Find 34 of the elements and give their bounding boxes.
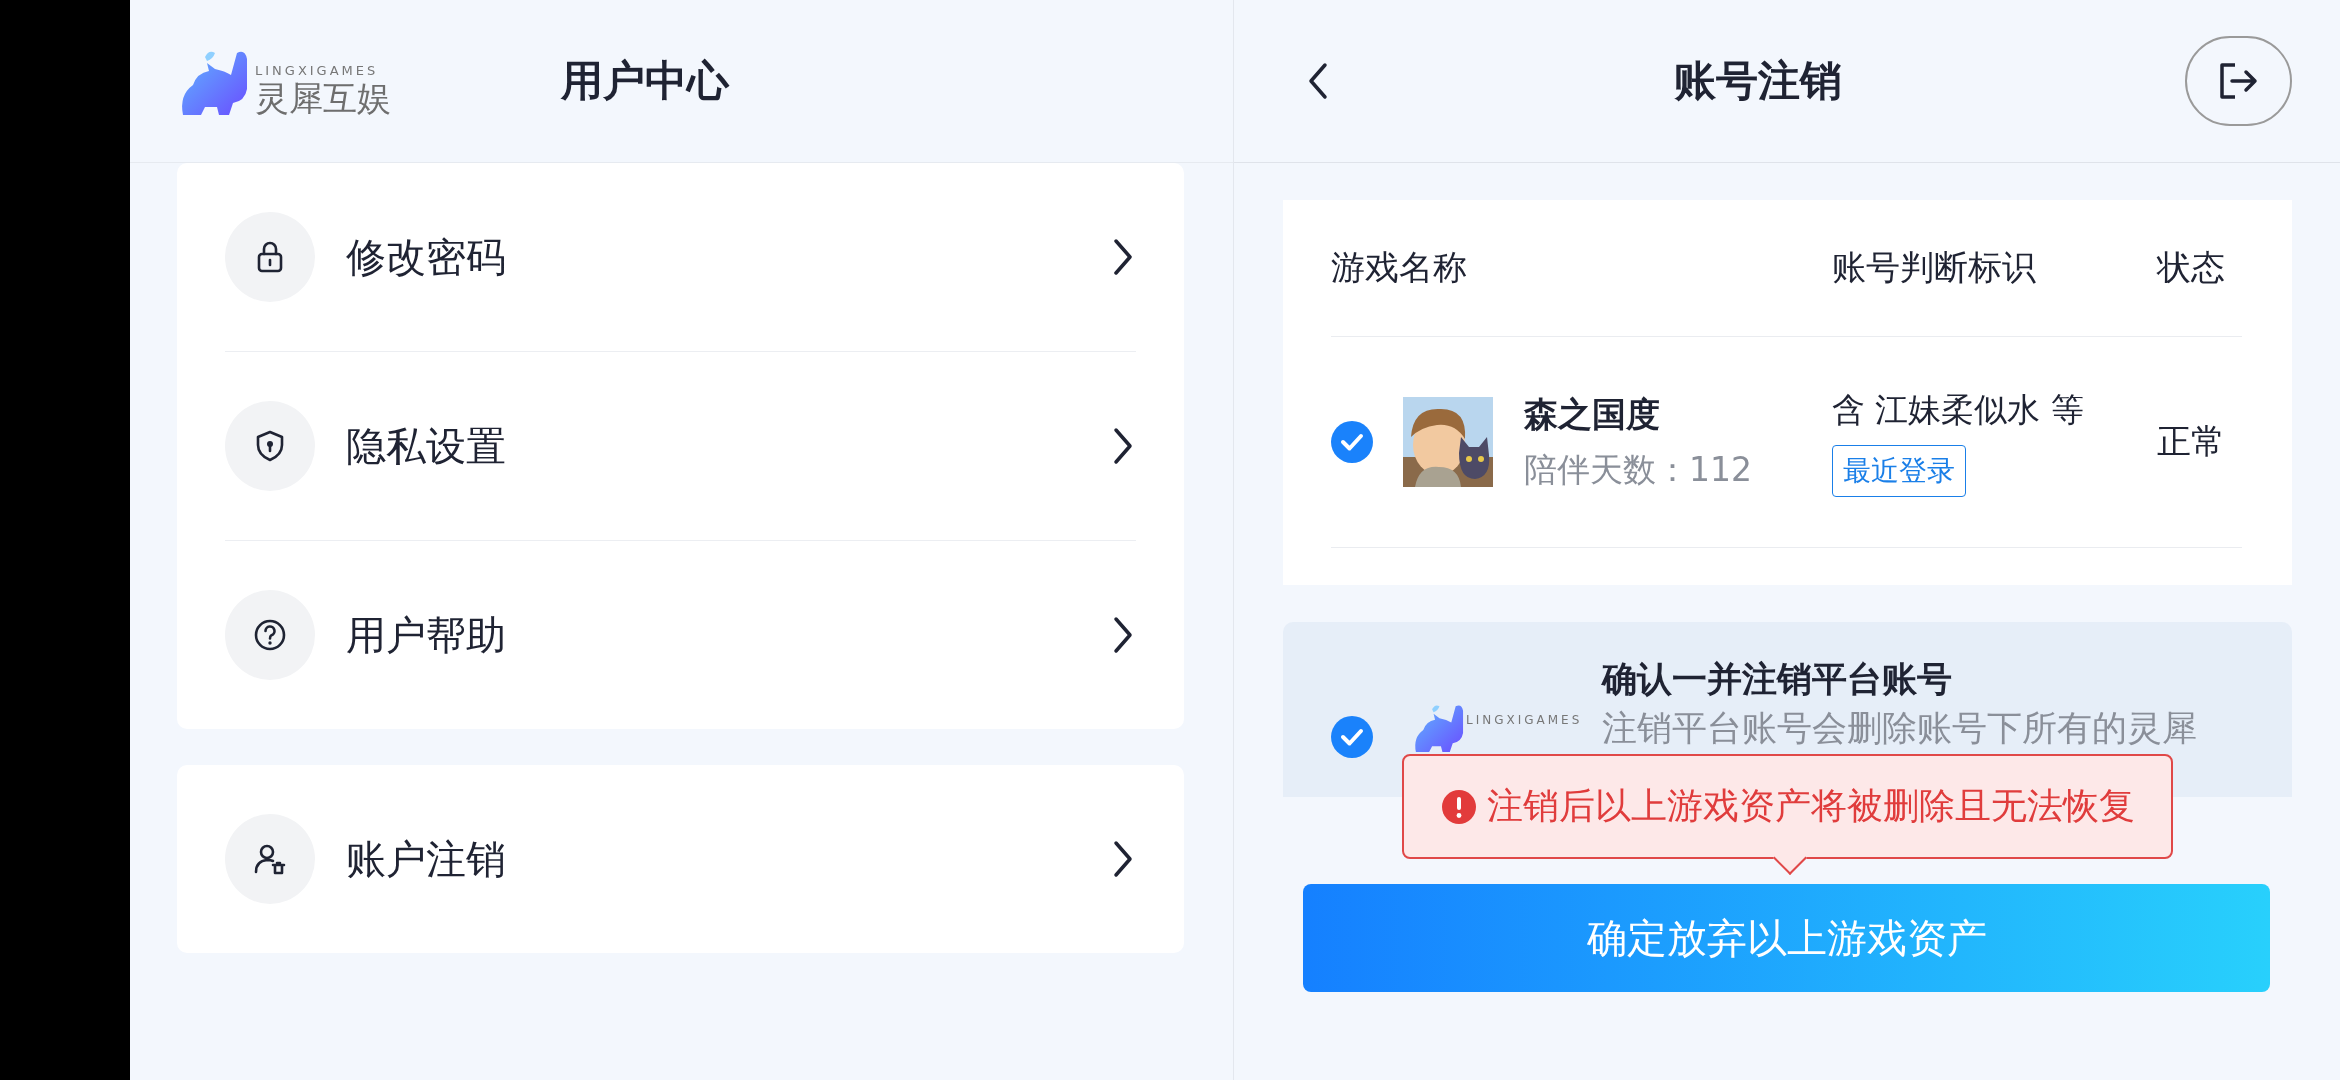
game-name: 森之国度 bbox=[1524, 392, 1661, 436]
platform-description: 注销平台账号会删除账号下所有的灵犀 bbox=[1602, 707, 2198, 750]
logo-text: LINGXIGAMES bbox=[1466, 712, 1583, 728]
table-cell: 正常 bbox=[2157, 421, 2225, 461]
chevron-right-icon bbox=[1112, 615, 1134, 655]
column-header: 账号判断标识 bbox=[1832, 246, 2037, 289]
logo-name: 灵犀互娱 bbox=[255, 79, 391, 117]
menu-label: 隐私设置 bbox=[346, 421, 507, 471]
chevron-right-icon bbox=[1112, 426, 1134, 466]
menu-item[interactable]: 账户注销 bbox=[225, 765, 1136, 953]
checkbox[interactable] bbox=[1331, 421, 1373, 463]
menu-label: 用户帮助 bbox=[346, 610, 507, 660]
logo-text: LINGXIGAMES bbox=[255, 63, 380, 79]
column-header: 游戏名称 bbox=[1331, 246, 1468, 289]
warning-icon bbox=[1440, 788, 1477, 825]
column-header: 状态 bbox=[2157, 246, 2226, 289]
user-delete-icon bbox=[253, 842, 287, 876]
chevron-right-icon bbox=[1112, 839, 1134, 879]
checkbox[interactable] bbox=[1331, 716, 1373, 758]
menu-label: 账户注销 bbox=[346, 834, 507, 884]
menu-item[interactable]: 用户帮助 bbox=[225, 541, 1136, 729]
table-cell-text: 含 江妹柔似水 等 bbox=[1832, 388, 2084, 431]
menu-item[interactable]: 隐私设置 bbox=[225, 352, 1136, 541]
page-title: 用户中心 bbox=[561, 55, 729, 107]
platform-title: 确认一并注销平台账号 bbox=[1602, 658, 1954, 701]
page-title: 账号注销 bbox=[1673, 55, 1843, 107]
warning-text: 注销后以上游戏资产将被删除且无法恢复 bbox=[1486, 784, 2135, 828]
days-text: 陪伴天数：112 bbox=[1524, 448, 1752, 491]
chevron-right-icon bbox=[1112, 237, 1134, 277]
menu-label: 修改密码 bbox=[346, 232, 507, 282]
recent-login-tag: 最近登录 bbox=[1832, 444, 1966, 497]
menu-item[interactable]: 修改密码 bbox=[225, 163, 1136, 352]
back-icon bbox=[1307, 61, 1329, 101]
help-icon bbox=[253, 618, 287, 652]
